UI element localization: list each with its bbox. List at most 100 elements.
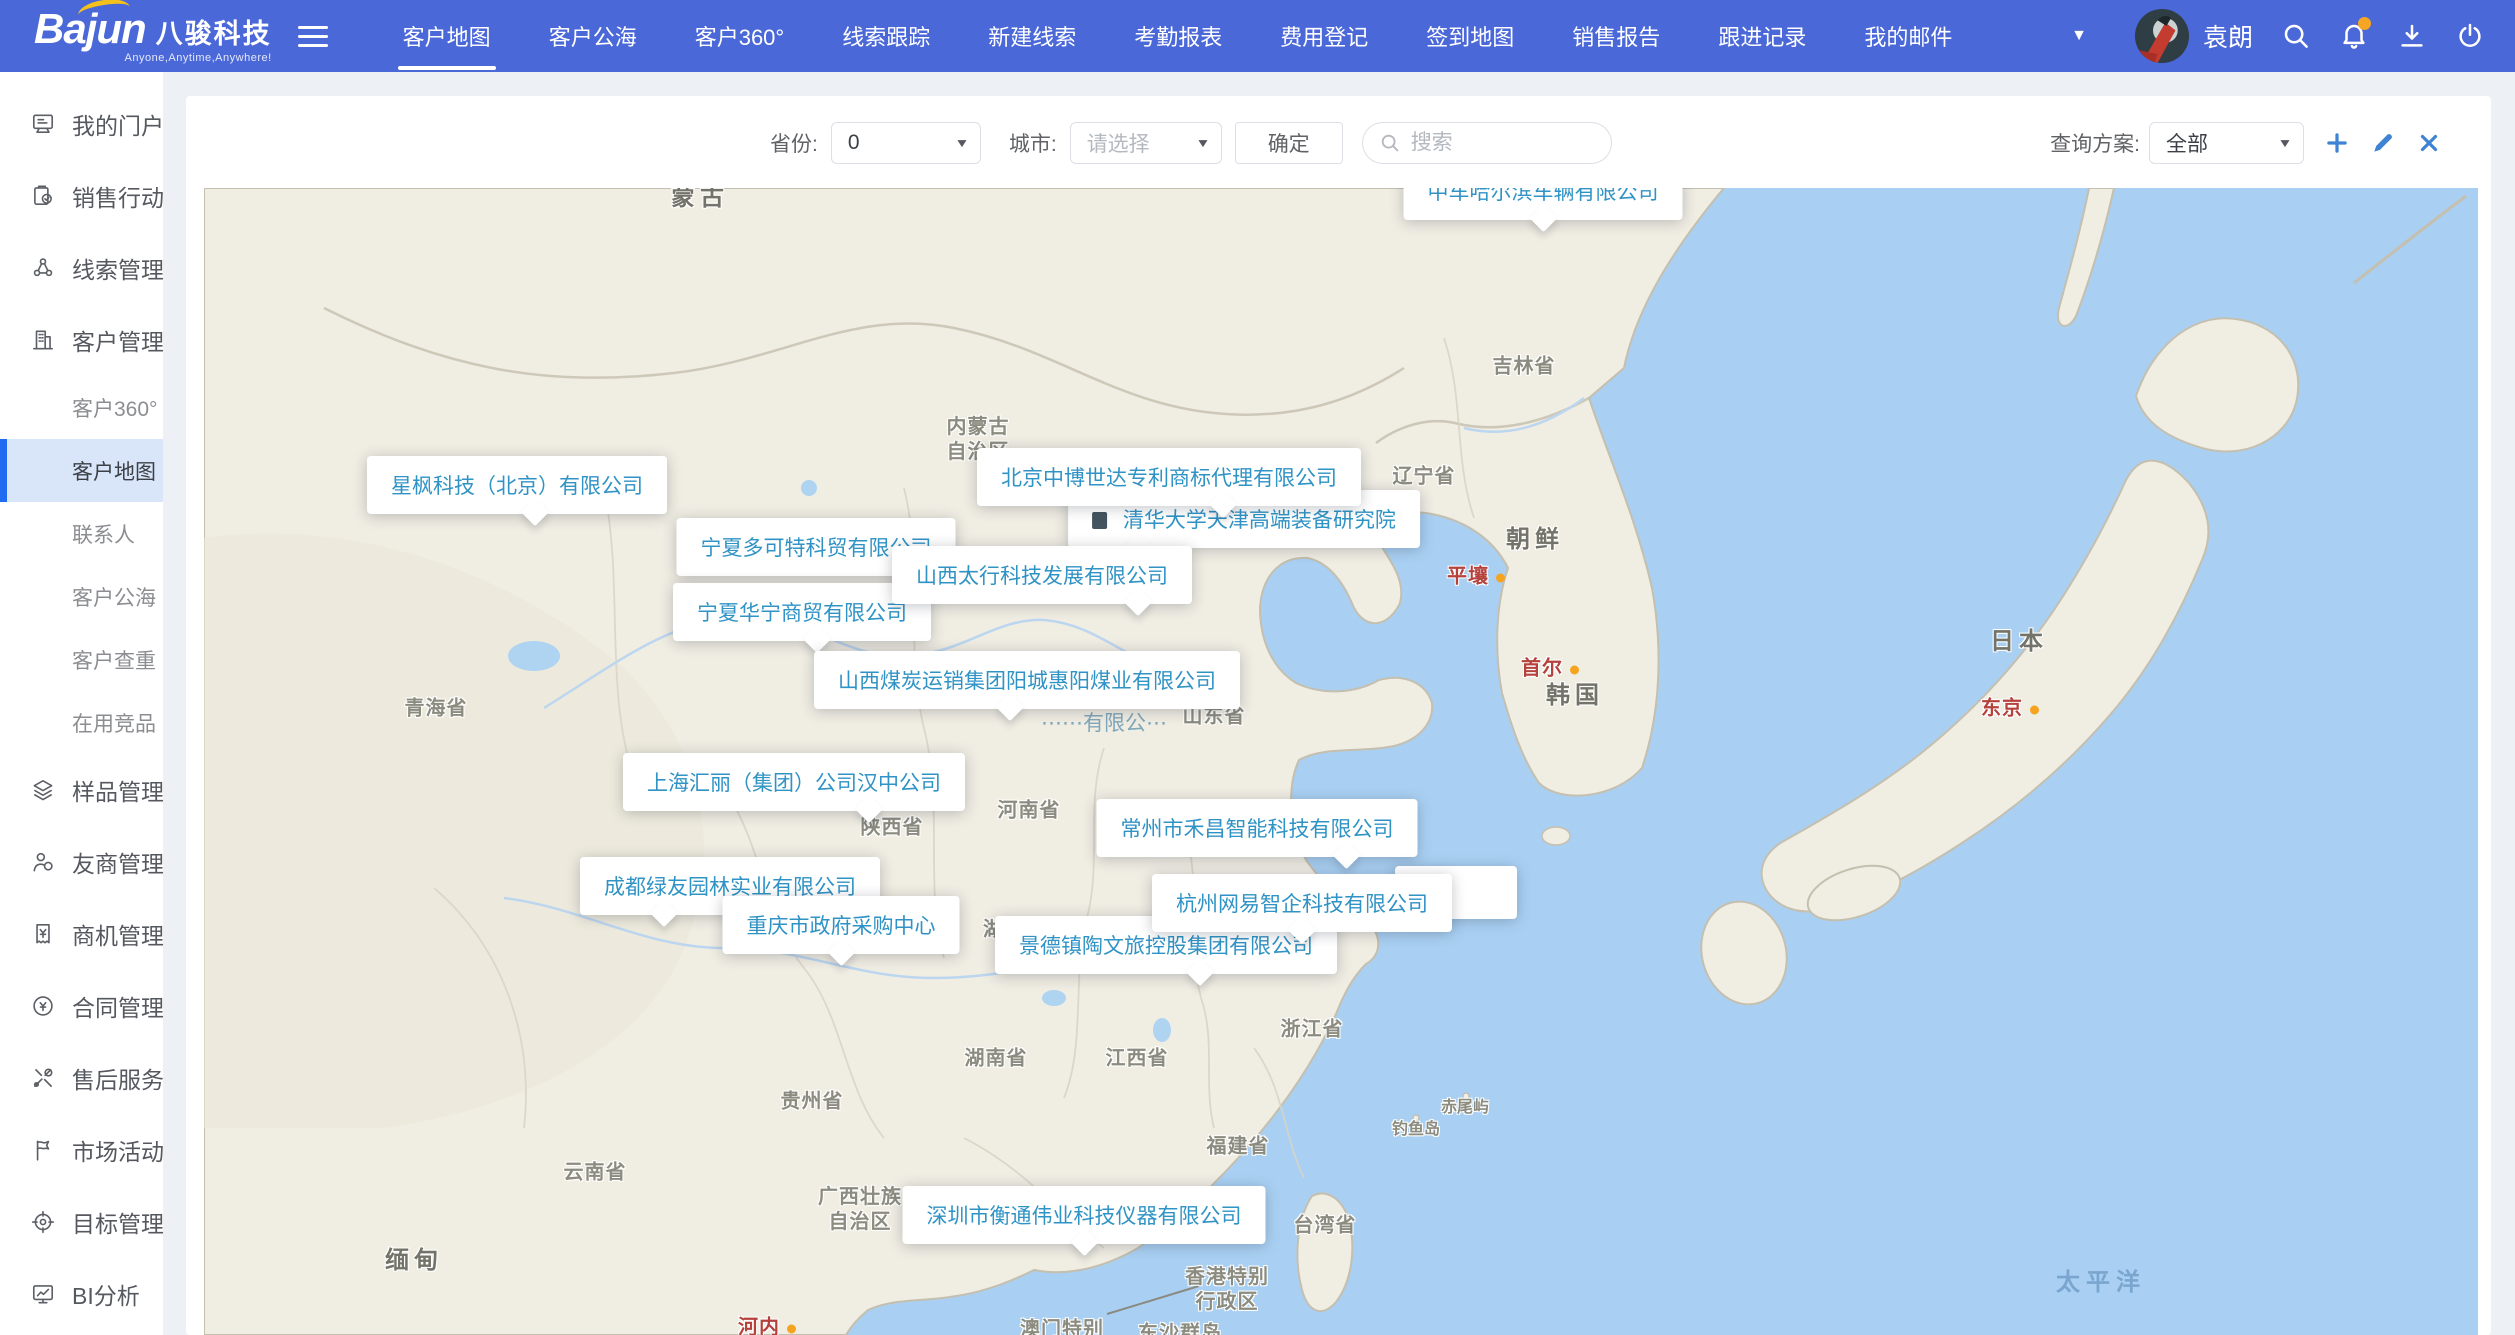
scheme-value: 全部 [2166, 128, 2208, 158]
sidebar-item[interactable]: BI分析 [0, 1258, 163, 1330]
nav-tab[interactable]: 跟进记录 [1689, 0, 1835, 72]
map-region-label: 赤尾屿 [1441, 1098, 1489, 1118]
confirm-button[interactable]: 确定 [1235, 122, 1343, 164]
nav-tab[interactable]: 客户公海 [520, 0, 666, 72]
basemap [204, 188, 2478, 1335]
sidebar-item[interactable]: 线索管理 [0, 232, 163, 304]
query-scheme-group: 查询方案: 全部 ▼ [2050, 122, 2478, 164]
user-avatar[interactable] [2135, 9, 2189, 63]
company-marker-bubble[interactable]: 深圳市衡通伟业科技仪器有限公司 [903, 1186, 1266, 1244]
map-region-label: 东沙群岛 [1138, 1322, 1222, 1335]
customer-map[interactable]: 蒙古吉林省辽宁省内蒙古 自治区朝鲜韩国日本青海省陕西省河南省山东省湖北湖南省贵州… [204, 188, 2478, 1335]
power-icon[interactable] [2455, 21, 2485, 51]
map-region-label: 湖南省 [965, 1047, 1028, 1072]
scheme-select[interactable]: 全部 ▼ [2149, 122, 2304, 164]
map-region-label: 香港特别 行政区 [1185, 1265, 1269, 1315]
nav-tab[interactable]: 线索跟踪 [813, 0, 959, 72]
company-name: 星枫科技（北京）有限公司 [391, 475, 643, 498]
map-region-label: 太平洋 [2056, 1268, 2146, 1298]
company-name: 山西煤炭运销集团阳城惠阳煤业有限公司 [838, 670, 1216, 693]
company-marker-bubble[interactable]: 星枫科技（北京）有限公司 [367, 456, 667, 514]
app-logo[interactable]: Bajun 八骏科技 Anyone,Anytime,Anywhere! [34, 8, 272, 64]
add-scheme-icon[interactable] [2324, 130, 2350, 156]
map-region-label: 日本 [1990, 627, 2048, 657]
search-icon [1379, 132, 1401, 154]
nav-tab[interactable]: 签到地图 [1397, 0, 1543, 72]
sidebar-item-icon [30, 1281, 56, 1307]
company-name: 景德镇陶文旅控股集团有限公司 [1019, 935, 1313, 958]
sidebar-item[interactable]: 我的门户 [0, 88, 163, 160]
sidebar-item-icon [30, 1137, 56, 1163]
sidebar-item[interactable]: 销售行动 [0, 160, 163, 232]
sidebar-item[interactable]: 客户查重 [0, 628, 163, 691]
company-marker-bubble[interactable]: 重庆市政府采购中心 [723, 896, 960, 954]
map-region-label: 广西壮族 自治区 [818, 1185, 902, 1235]
company-marker-bubble[interactable]: 北京中博世达专利商标代理有限公司 [977, 448, 1361, 506]
sidebar-item-icon [30, 1065, 56, 1091]
city-select[interactable]: 请选择 ▼ [1070, 122, 1222, 164]
nav-tab[interactable]: 客户360° [666, 0, 814, 72]
sidebar-item-icon [30, 255, 56, 281]
company-name: 上海汇丽（集团）公司汉中公司 [647, 772, 941, 795]
nav-tab[interactable]: 销售报告 [1543, 0, 1689, 72]
map-city-label: 东京 [1981, 697, 2039, 722]
map-region-label: 台湾省 [1294, 1214, 1357, 1239]
city-label: 城市: [1009, 128, 1057, 158]
caret-down-icon: ▼ [2277, 136, 2292, 150]
company-name: 杭州网易智企科技有限公司 [1176, 893, 1428, 916]
notifications-bell-icon[interactable] [2339, 21, 2369, 51]
edit-scheme-icon[interactable] [2370, 130, 2396, 156]
sidebar-item[interactable]: 客户地图 [0, 439, 163, 502]
company-marker-bubble[interactable]: 上海汇丽（集团）公司汉中公司 [623, 753, 965, 811]
search-input[interactable] [1411, 131, 1595, 155]
content-panel: 省份: 0 ▼ 城市: 请选择 ▼ 确定 查询方案: 全部 ▼ [186, 96, 2491, 1335]
primary-nav: 客户地图客户公海客户360°线索跟踪新建线索考勤报表费用登记签到地图销售报告跟进… [374, 0, 1982, 72]
search-icon[interactable] [2281, 21, 2311, 51]
city-dot-icon [1496, 574, 1505, 583]
sidebar-item[interactable]: 友商管理 [0, 826, 163, 898]
province-select[interactable]: 0 ▼ [831, 122, 981, 164]
sidebar-item[interactable]: 客户公海 [0, 565, 163, 628]
avatar-image [2135, 9, 2189, 63]
sidebar-item[interactable]: 客户管理 [0, 304, 163, 376]
search-box[interactable] [1362, 122, 1612, 164]
nav-overflow-caret-icon[interactable]: ▼ [2061, 27, 2097, 45]
company-marker-bubble[interactable]: 山西煤炭运销集团阳城惠阳煤业有限公司 [814, 651, 1240, 709]
sidebar-item[interactable]: 在用竞品 [0, 691, 163, 754]
nav-tab[interactable]: 费用登记 [1251, 0, 1397, 72]
sidebar-item[interactable]: 客户360° [0, 376, 163, 439]
map-region-label: 朝鲜 [1506, 525, 1564, 555]
sidebar-item[interactable]: 商机管理 [0, 898, 163, 970]
company-marker-bubble[interactable]: 山西太行科技发展有限公司 [892, 546, 1192, 604]
sidebar-item[interactable]: 目标管理 [0, 1186, 163, 1258]
map-region-label: 浙江省 [1281, 1018, 1344, 1043]
map-region-label: 澳门特别 [1020, 1318, 1104, 1335]
delete-scheme-icon[interactable] [2416, 130, 2442, 156]
map-region-label: 青海省 [405, 697, 468, 722]
sidebar-item[interactable]: 联系人 [0, 502, 163, 565]
map-city-label: 河内 [738, 1316, 796, 1335]
sidebar-item[interactable]: 市场活动 [0, 1114, 163, 1186]
map-region-label: 辽宁省 [1393, 465, 1456, 490]
company-marker-bubble[interactable]: 中车哈尔滨车辆有限公司 [1404, 188, 1683, 220]
sidebar-item-icon [30, 993, 56, 1019]
nav-tab[interactable]: 客户地图 [374, 0, 520, 72]
sidebar-item[interactable]: 合同管理 [0, 970, 163, 1042]
company-name: 山西太行科技发展有限公司 [916, 565, 1168, 588]
company-marker-bubble[interactable]: 常州市禾昌智能科技有限公司 [1097, 799, 1418, 857]
sidebar-item[interactable]: 售后服务 [0, 1042, 163, 1114]
nav-tab[interactable]: 新建线索 [959, 0, 1105, 72]
sidebar-item-icon [30, 183, 56, 209]
company-marker-bubble[interactable]: 杭州网易智企科技有限公司 [1152, 874, 1452, 932]
sidebar-item-icon [30, 921, 56, 947]
hamburger-menu-icon[interactable] [298, 26, 328, 47]
map-region-label: 钓鱼岛 [1392, 1120, 1440, 1140]
map-region-label: 韩国 [1546, 681, 1604, 711]
topbar: Bajun 八骏科技 Anyone,Anytime,Anywhere! 客户地图… [0, 0, 2515, 72]
nav-tab[interactable]: 考勤报表 [1105, 0, 1251, 72]
sidebar-item[interactable]: 样品管理 [0, 754, 163, 826]
map-region-label: 福建省 [1207, 1135, 1270, 1160]
nav-tab[interactable]: 我的邮件 [1835, 0, 1981, 72]
company-name: 宁夏华宁商贸有限公司 [697, 602, 907, 625]
download-icon[interactable] [2397, 21, 2427, 51]
